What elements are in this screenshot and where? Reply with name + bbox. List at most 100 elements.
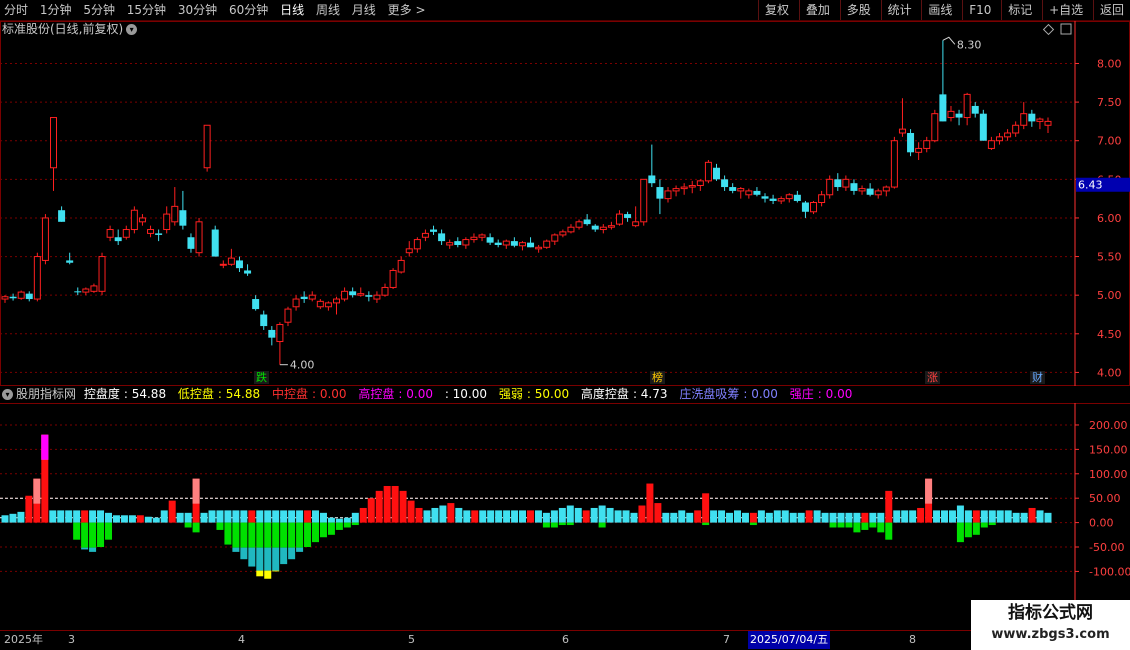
indicator-bar-teal xyxy=(280,547,288,565)
f10-button[interactable]: F10 xyxy=(962,0,997,20)
candle-down xyxy=(761,196,769,199)
tab-30min[interactable]: 30分钟 xyxy=(174,0,221,20)
back-button[interactable]: 返回 xyxy=(1092,0,1130,20)
indicator-bar-cyan xyxy=(280,510,288,523)
indicator-panel[interactable]: 200.00 150.00 100.00 50.00 0.00 -50.00 -100.00 xyxy=(0,403,1130,630)
tab-daily[interactable]: 日线 xyxy=(276,0,308,20)
price-tick-label: 5.50 xyxy=(1097,251,1122,264)
candle-up xyxy=(138,217,146,223)
signal-rise[interactable]: 涨 xyxy=(925,371,940,384)
indicator-bar-teal xyxy=(296,547,304,552)
tab-monthly[interactable]: 月线 xyxy=(348,0,380,20)
candle-down xyxy=(656,187,664,199)
indicator-bar-green xyxy=(232,522,240,548)
indicator-bar-cyan xyxy=(757,510,765,523)
period-tabs: 分时 1分钟 5分钟 15分钟 30分钟 60分钟 日线 周线 月线 更多 > xyxy=(0,0,430,20)
candle-down xyxy=(1028,113,1036,122)
candle-up xyxy=(90,285,98,292)
candle-down xyxy=(9,296,17,299)
candle-down xyxy=(753,190,761,195)
candle-down xyxy=(979,113,987,141)
tab-15min[interactable]: 15分钟 xyxy=(123,0,170,20)
indicator-tick-label: 0.00 xyxy=(1089,517,1114,530)
indicator-bar-green xyxy=(89,522,97,548)
draw-line-button[interactable]: 画线 xyxy=(921,0,958,20)
indicator-bar-cyan xyxy=(526,510,534,523)
indicator-bar-green xyxy=(216,522,224,530)
candle-up xyxy=(810,202,818,213)
year-label: 2025年 xyxy=(4,633,43,646)
indicator-bar-magenta xyxy=(41,434,49,460)
indicator-bar-yellow xyxy=(256,570,264,577)
candle-down xyxy=(721,179,729,188)
candle-down xyxy=(74,291,82,293)
candle-up xyxy=(163,213,171,231)
indicator-bar-green xyxy=(566,522,574,526)
indicator-bar-cyan xyxy=(304,510,312,523)
signal-finance[interactable]: 财 xyxy=(1030,371,1045,384)
indicator-bar-cyan xyxy=(319,512,327,523)
indicator-bar-cyan xyxy=(81,510,89,523)
indicator-bar-up xyxy=(702,493,710,523)
candle-up xyxy=(963,93,971,119)
candle-up xyxy=(575,221,583,228)
indicator-bar-cyan xyxy=(471,510,479,523)
indicator-bar-cyan xyxy=(678,510,686,523)
add-watchlist-button[interactable]: +自选 xyxy=(1042,0,1089,20)
month-label-4: 4 xyxy=(238,633,245,646)
adjust-button[interactable]: 复权 xyxy=(758,0,795,20)
indicator-bar-cyan xyxy=(1044,512,1052,523)
candle-up xyxy=(1036,118,1044,122)
indicator-bar-green xyxy=(288,522,296,548)
indicator-bar-cyan xyxy=(105,512,113,523)
indicator-bar-up xyxy=(407,500,415,523)
statistics-button[interactable]: 统计 xyxy=(880,0,918,20)
indicator-unnamed: : 10.00 xyxy=(444,387,488,401)
indicator-bar-green xyxy=(598,522,606,528)
chevron-down-icon[interactable]: ▾ xyxy=(2,389,13,400)
candle-up xyxy=(324,302,332,308)
indicator-chart[interactable]: 200.00 150.00 100.00 50.00 0.00 -50.00 -100.00 xyxy=(0,403,1130,630)
candle-up xyxy=(567,226,575,233)
candle-up xyxy=(607,225,615,228)
tab-more-periods[interactable]: 更多 > xyxy=(384,0,430,20)
signal-fall[interactable]: 跌 xyxy=(254,371,269,384)
tab-intraday[interactable]: 分时 xyxy=(0,0,32,20)
indicator-bar-green xyxy=(837,522,845,528)
candlestick-chart[interactable]: 4.004.505.005.506.006.507.007.508.008.30… xyxy=(0,21,1130,386)
indicator-tick-label: 200.00 xyxy=(1089,419,1128,432)
candlestick-panel[interactable]: 4.004.505.005.506.006.507.007.508.008.30… xyxy=(0,21,1130,386)
indicator-bar-green xyxy=(184,522,192,528)
price-tick-label: 7.00 xyxy=(1097,135,1122,148)
indicator-bar-cyan xyxy=(335,518,343,523)
period-toolbar: 分时 1分钟 5分钟 15分钟 30分钟 60分钟 日线 周线 月线 更多 > … xyxy=(0,0,1130,21)
indicator-control-degree: 控盘度: 54.88 xyxy=(83,387,167,401)
candle-down xyxy=(349,291,357,296)
cursor-date: 2025/07/04/五 xyxy=(748,631,831,649)
indicator-tick-label: 150.00 xyxy=(1089,443,1128,456)
indicator-bar-cyan xyxy=(726,512,734,523)
indicator-bar-green xyxy=(343,522,351,528)
indicator-bar-cyan xyxy=(821,512,829,523)
indicator-bar-green xyxy=(558,522,566,526)
tab-60min[interactable]: 60分钟 xyxy=(225,0,272,20)
candle-up xyxy=(672,188,680,192)
overlay-button[interactable]: 叠加 xyxy=(798,0,836,20)
tab-1min[interactable]: 1分钟 xyxy=(36,0,76,20)
signal-rank[interactable]: 榜 xyxy=(650,371,665,384)
candle-up xyxy=(373,294,381,300)
tab-weekly[interactable]: 周线 xyxy=(312,0,344,20)
high-marker-line xyxy=(942,36,956,45)
candle-up xyxy=(341,290,349,300)
indicator-bar-green xyxy=(972,522,980,535)
multi-stock-button[interactable]: 多股 xyxy=(839,0,877,20)
indicator-bar-cyan xyxy=(789,512,797,523)
indicator-bar-cyan xyxy=(216,510,224,523)
indicator-bar-cyan xyxy=(956,505,964,523)
mark-button[interactable]: 标记 xyxy=(1001,0,1038,20)
indicator-bar-yellow xyxy=(264,570,272,579)
tab-5min[interactable]: 5分钟 xyxy=(79,0,119,20)
indicator-bar-cyan xyxy=(232,510,240,523)
candle-up xyxy=(785,194,793,200)
chevron-down-icon[interactable]: ▾ xyxy=(126,24,138,35)
